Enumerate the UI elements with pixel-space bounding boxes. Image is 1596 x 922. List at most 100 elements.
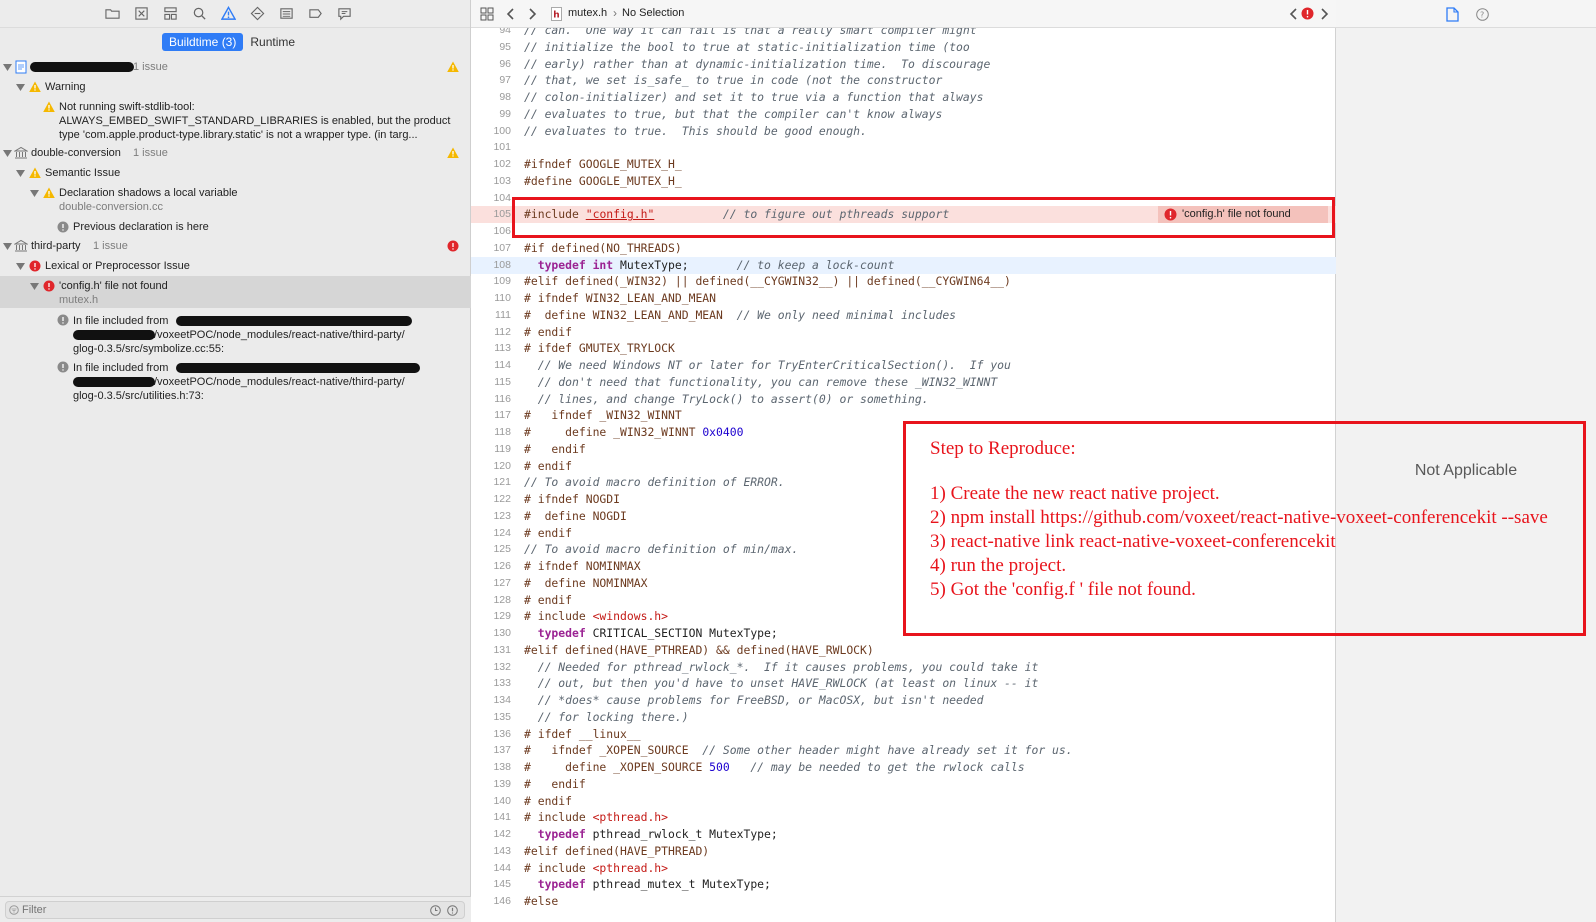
symbol-icon[interactable]	[162, 5, 179, 22]
previous-issue-icon[interactable]	[1289, 7, 1299, 21]
code-line[interactable]: 135 // for locking there.)	[471, 709, 1336, 726]
code-line[interactable]: 133 // out, but then you'd have to unset…	[471, 675, 1336, 692]
code-line[interactable]: 105 'config.h' file not found #include "co…	[471, 206, 1336, 224]
breakpoint-icon[interactable]	[307, 5, 324, 22]
jump-bar-selection[interactable]: No Selection	[622, 7, 684, 19]
inline-error-text: 'config.h' file not found	[1182, 208, 1291, 221]
tree-row-project[interactable]: 1 issue	[0, 58, 471, 76]
back-arrow-icon[interactable]	[506, 7, 516, 21]
tree-row-previous-declaration[interactable]: Previous declaration is here	[0, 218, 471, 236]
disclosure-open-icon[interactable]	[30, 189, 39, 198]
code-line[interactable]: 101	[471, 139, 1336, 156]
inline-error-message[interactable]: 'config.h' file not found	[1158, 206, 1328, 224]
code-line[interactable]: 137 # ifndef _XOPEN_SOURCE // Some other …	[471, 742, 1336, 759]
disclosure-open-icon[interactable]	[3, 242, 12, 251]
errors-only-filter-icon[interactable]	[447, 905, 458, 916]
code-line[interactable]: 134 // *does* cause problems for FreeBSD…	[471, 692, 1336, 709]
jump-bar-file[interactable]: mutex.h	[568, 7, 607, 19]
related-items-icon[interactable]	[480, 7, 494, 21]
code-line[interactable]: 106	[471, 223, 1336, 240]
tree-row-lexical-issue[interactable]: Lexical or Preprocessor Issue	[0, 257, 471, 275]
code-line[interactable]: 96 // early) rather than at dynamic-initi…	[471, 56, 1336, 73]
tree-row-config-not-found[interactable]: 'config.h' file not found mutex.h	[0, 276, 471, 308]
quick-help-icon[interactable]: ?	[1476, 8, 1489, 21]
tree-row-included-from-utilities[interactable]: In file included from /voxeetPOC/node_mo…	[0, 359, 471, 403]
test-icon[interactable]	[249, 5, 266, 22]
code-line[interactable]: 94 // can. One way it can fail is that a …	[471, 28, 1336, 39]
code-line[interactable]: 100 // evaluates to true. This should be …	[471, 123, 1336, 140]
source-control-icon[interactable]	[133, 5, 150, 22]
report-icon[interactable]	[336, 5, 353, 22]
line-number: 135	[493, 710, 511, 723]
filter-icon	[9, 905, 19, 915]
code-line[interactable]: 116 // lines, and change TryLock() to as…	[471, 391, 1336, 408]
runtime-tab[interactable]: Runtime	[243, 33, 302, 51]
folder-icon[interactable]	[104, 5, 121, 22]
code-line[interactable]: 95 // initialize the bool to true at stat…	[471, 39, 1336, 56]
double-conversion-label: double-conversion	[31, 147, 121, 159]
path-separator-icon: ›	[613, 6, 617, 20]
code-line[interactable]: 140 # endif	[471, 793, 1336, 810]
code-line[interactable]: 146 #else	[471, 893, 1336, 910]
code-line[interactable]: 132 // Needed for pthread_rwlock_*. If i…	[471, 659, 1336, 676]
code-line[interactable]: 111 # define WIN32_LEAN_AND_MEAN // We on…	[471, 307, 1336, 324]
code-line[interactable]: 136 # ifdef __linux__	[471, 726, 1336, 743]
code-line[interactable]: 145 typedef pthread_mutex_t MutexType;	[471, 876, 1336, 893]
code-line[interactable]: 142 typedef pthread_rwlock_t MutexType;	[471, 826, 1336, 843]
find-icon[interactable]	[191, 5, 208, 22]
line-number: 99	[499, 107, 511, 120]
forward-arrow-icon[interactable]	[527, 7, 537, 21]
tree-row-double-conversion[interactable]: double-conversion 1 issue	[0, 144, 471, 162]
disclosure-open-icon[interactable]	[3, 63, 12, 72]
tree-row-third-party[interactable]: third-party 1 issue	[0, 237, 471, 255]
disclosure-open-icon[interactable]	[16, 169, 25, 178]
code-line[interactable]: 104	[471, 190, 1336, 207]
code-line[interactable]: 99 // evaluates to true, but that the com…	[471, 106, 1336, 123]
tree-row-included-from-symbolize[interactable]: In file included from /voxeetPOC/node_mo…	[0, 312, 471, 356]
code-line[interactable]: 138 # define _XOPEN_SOURCE 500 // may be …	[471, 759, 1336, 776]
line-number: 141	[493, 811, 511, 824]
tree-row-swift-stdlib-warning[interactable]: Not running swift-stdlib-tool: ALWAYS_EM…	[0, 98, 471, 142]
debug-icon[interactable]	[278, 5, 295, 22]
note-icon	[57, 361, 69, 373]
code-line[interactable]: 98 // colon-initializer) and set it to tr…	[471, 89, 1336, 106]
line-content: # define WIN32_LEAN_AND_MEAN // We only …	[524, 307, 956, 324]
tree-row-semantic-issue[interactable]: Semantic Issue	[0, 164, 471, 182]
tree-row-shadow-warning[interactable]: Declaration shadows a local variable dou…	[0, 184, 471, 214]
code-line[interactable]: 115 // don't need that functionality, yo…	[471, 374, 1336, 391]
code-line[interactable]: 112 # endif	[471, 324, 1336, 341]
filter-input[interactable]	[5, 901, 465, 919]
disclosure-open-icon[interactable]	[3, 149, 12, 158]
code-line[interactable]: 141 # include <pthread.h>	[471, 809, 1336, 826]
code-line[interactable]: 113 # ifdef GMUTEX_TRYLOCK	[471, 340, 1336, 357]
code-line[interactable]: 109 #elif defined(_WIN32) || defined(__CY…	[471, 273, 1336, 290]
line-number: 144	[493, 861, 511, 874]
file-inspector-icon[interactable]	[1446, 7, 1459, 22]
code-line[interactable]: 108 typedef int MutexType; // to keep a …	[471, 256, 1336, 274]
config-error-file: mutex.h	[59, 294, 99, 306]
code-line[interactable]: 131 #elif defined(HAVE_PTHREAD) && define…	[471, 642, 1336, 659]
third-party-label: third-party	[31, 240, 81, 252]
issue-error-icon[interactable]	[1301, 7, 1314, 20]
code-token: "config.h"	[585, 207, 655, 222]
disclosure-open-icon[interactable]	[30, 282, 39, 291]
recent-filter-icon[interactable]	[430, 905, 441, 916]
code-line[interactable]: 139 # endif	[471, 776, 1336, 793]
code-line[interactable]: 107 #if defined(NO_THREADS)	[471, 240, 1336, 257]
code-line[interactable]: 102 #ifndef GOOGLE_MUTEX_H_	[471, 156, 1336, 173]
line-content: // early) rather than at dynamic-initial…	[524, 56, 991, 71]
next-issue-icon[interactable]	[1319, 7, 1329, 21]
code-line[interactable]: 114 // We need Windows NT or later for T…	[471, 357, 1336, 374]
tree-row-warning-group[interactable]: Warning	[0, 78, 471, 96]
code-line[interactable]: 144 # include <pthread.h>	[471, 860, 1336, 877]
buildtime-tab[interactable]: Buildtime (3)	[162, 33, 244, 51]
line-number: 145	[493, 878, 511, 891]
issue-warning-icon[interactable]	[220, 5, 237, 22]
disclosure-open-icon[interactable]	[16, 262, 25, 271]
code-line[interactable]: 97 // that, we set is_safe_ to true in co…	[471, 72, 1336, 89]
code-line[interactable]: 110 # ifndef WIN32_LEAN_AND_MEAN	[471, 290, 1336, 307]
disclosure-open-icon[interactable]	[16, 83, 25, 92]
line-content: # ifndef NOGDI	[524, 492, 621, 506]
code-line[interactable]: 103 #define GOOGLE_MUTEX_H_	[471, 173, 1336, 190]
code-line[interactable]: 143 #elif defined(HAVE_PTHREAD)	[471, 843, 1336, 860]
